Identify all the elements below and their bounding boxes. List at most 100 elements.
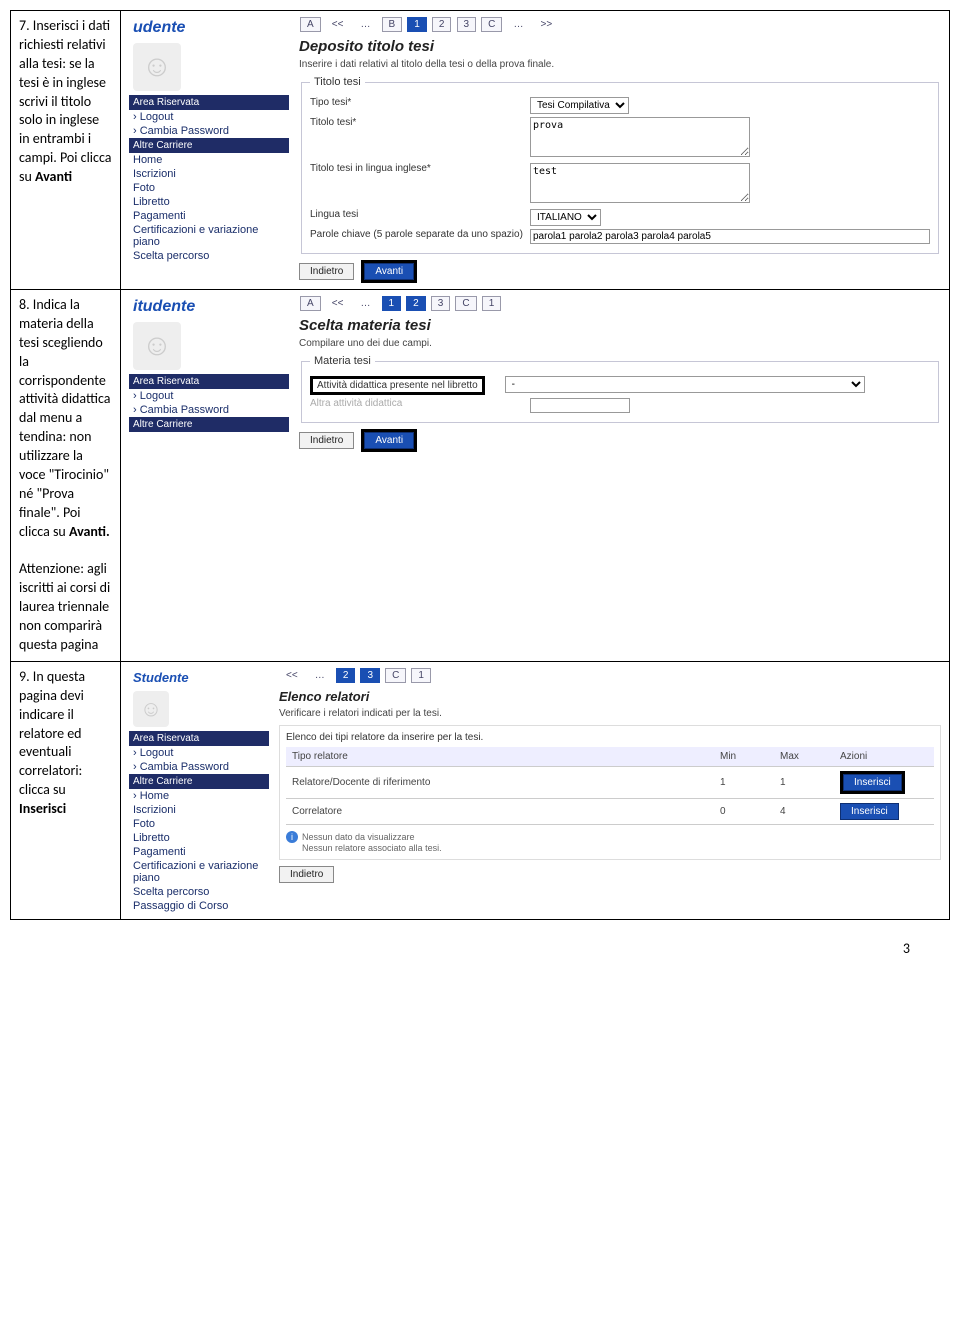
cambia-password-link[interactable]: Cambia Password (129, 124, 289, 138)
page-title: Scelta materia tesi (299, 317, 941, 334)
sidebar-usertype: udente (129, 17, 289, 39)
materia-tesi-fieldset: Materia tesi Attività didattica presente… (301, 355, 939, 423)
menu-scelta-percorso[interactable]: Scelta percorso (129, 249, 289, 263)
altra-attivita-input[interactable] (530, 398, 630, 413)
step-2[interactable]: 2 (406, 296, 426, 311)
page-subtitle: Compilare uno dei due campi. (299, 338, 941, 349)
area-riservata-header: Area Riservata (129, 731, 269, 746)
step-prev[interactable]: << (326, 18, 350, 31)
menu-libretto[interactable]: Libretto (129, 831, 269, 845)
page-subtitle: Verificare i relatori indicati per la te… (279, 708, 941, 719)
cell-tipo: Correlatore (286, 798, 714, 824)
avatar-icon: ☺ (133, 322, 181, 370)
step-one[interactable]: 1 (411, 668, 431, 683)
attivita-didattica-highlight: Attività didattica presente nel libretto (310, 376, 485, 395)
instruction-8-bold: Avanti. (69, 523, 110, 540)
step-dots: … (309, 669, 331, 682)
menu-libretto[interactable]: Libretto (129, 195, 289, 209)
cambia-password-link[interactable]: Cambia Password (129, 403, 289, 417)
menu-passaggio[interactable]: Passaggio di Corso (129, 899, 269, 913)
table-row: Relatore/Docente di riferimento 1 1 Inse… (286, 766, 934, 798)
titolo-tesi-input[interactable]: prova (530, 117, 750, 157)
materia-tesi-legend: Materia tesi (310, 355, 375, 367)
instruction-7-text: 7. Inserisci i dati richiesti relativi a… (19, 17, 111, 185)
relatori-table: Tipo relatore Min Max Azioni Relatore/Do… (286, 747, 934, 825)
instruction-7: 7. Inserisci i dati richiesti relativi a… (11, 11, 121, 290)
logout-link[interactable]: Logout (129, 746, 269, 760)
step-3[interactable]: 3 (431, 296, 451, 311)
screenshot-9: Studente ☺ Area Riservata Logout Cambia … (129, 668, 941, 913)
step-nav: A << … B 1 2 3 C … >> (299, 17, 941, 32)
sidebar-usertype: Studente (129, 668, 269, 687)
page-title: Elenco relatori (279, 689, 941, 704)
menu-home[interactable]: Home (129, 153, 289, 167)
screenshot-8: itudente ☺ Area Riservata Logout Cambia … (129, 296, 941, 452)
attivita-didattica-label: Attività didattica presente nel libretto (317, 380, 478, 391)
indietro-button[interactable]: Indietro (279, 866, 334, 883)
titolo-tesi-en-input[interactable]: test (530, 163, 750, 203)
menu-foto[interactable]: Foto (129, 181, 289, 195)
menu-iscrizioni[interactable]: Iscrizioni (129, 167, 289, 181)
tipo-tesi-select[interactable]: Tesi Compilativa (530, 97, 629, 114)
inserisci-button[interactable]: Inserisci (843, 774, 902, 791)
menu-foto[interactable]: Foto (129, 817, 269, 831)
instruction-8-note: Attenzione: agli iscritti ai corsi di la… (19, 560, 110, 653)
titolo-tesi-en-label: Titolo tesi in lingua inglese* (310, 163, 530, 174)
lingua-tesi-label: Lingua tesi (310, 209, 530, 220)
menu-home[interactable]: Home (129, 789, 269, 803)
attivita-didattica-select[interactable]: - (505, 376, 865, 393)
tipo-tesi-label: Tipo tesi* (310, 97, 530, 108)
indietro-button[interactable]: Indietro (299, 432, 354, 449)
step-2[interactable]: 2 (336, 668, 356, 683)
step-1[interactable]: 1 (407, 17, 427, 32)
indietro-button[interactable]: Indietro (299, 263, 354, 280)
area-riservata-header: Area Riservata (129, 95, 289, 110)
table-caption: Elenco dei tipi relatore da inserire per… (286, 732, 934, 743)
lingua-tesi-select[interactable]: ITALIANO (530, 209, 601, 226)
altre-carriere-header: Altre Carriere (129, 774, 269, 789)
menu-pagamenti[interactable]: Pagamenti (129, 209, 289, 223)
cell-min: 1 (714, 766, 774, 798)
step-c[interactable]: C (385, 668, 406, 683)
avanti-button[interactable]: Avanti (364, 263, 414, 280)
step-c[interactable]: C (455, 296, 476, 311)
step-one[interactable]: 1 (482, 296, 502, 311)
instruction-7-bold: Avanti (35, 168, 72, 185)
step-a[interactable]: A (300, 17, 321, 32)
avanti-button[interactable]: Avanti (364, 432, 414, 449)
page-number: 3 (10, 940, 950, 957)
logout-link[interactable]: Logout (129, 110, 289, 124)
page-title: Deposito titolo tesi (299, 38, 941, 55)
altra-attivita-label: Altra attività didattica (310, 398, 530, 409)
th-min: Min (714, 747, 774, 767)
logout-link[interactable]: Logout (129, 389, 289, 403)
parole-chiave-label: Parole chiave (5 parole separate da uno … (310, 229, 530, 240)
step-1[interactable]: 1 (382, 296, 402, 311)
step-3[interactable]: 3 (457, 17, 477, 32)
info-icon: i (286, 831, 298, 843)
inserisci-button[interactable]: Inserisci (840, 803, 899, 820)
menu-certificazioni[interactable]: Certificazioni e variazione piano (129, 859, 269, 885)
altre-carriere-header: Altre Carriere (129, 417, 289, 432)
cambia-password-link[interactable]: Cambia Password (129, 760, 269, 774)
instruction-8-text: 8. Indica la materia della tesi sceglien… (19, 296, 110, 540)
step-b[interactable]: B (382, 17, 403, 32)
parole-chiave-input[interactable] (530, 229, 930, 244)
step-dots: … (354, 18, 376, 31)
step-2[interactable]: 2 (432, 17, 452, 32)
step-prev[interactable]: << (280, 669, 304, 682)
step-nav: << … 2 3 C 1 (279, 668, 941, 683)
step-prev[interactable]: << (326, 297, 350, 310)
step-3[interactable]: 3 (360, 668, 380, 683)
step-c[interactable]: C (481, 17, 502, 32)
instruction-9-bold: Inserisci (19, 800, 66, 817)
menu-scelta-percorso[interactable]: Scelta percorso (129, 885, 269, 899)
menu-certificazioni[interactable]: Certificazioni e variazione piano (129, 223, 289, 249)
instruction-9-text: 9. In questa pagina devi indicare il rel… (19, 668, 85, 798)
menu-pagamenti[interactable]: Pagamenti (129, 845, 269, 859)
step-next[interactable]: >> (535, 18, 559, 31)
menu-iscrizioni[interactable]: Iscrizioni (129, 803, 269, 817)
cell-min: 0 (714, 798, 774, 824)
sidebar-usertype: itudente (129, 296, 289, 318)
step-a[interactable]: A (300, 296, 321, 311)
